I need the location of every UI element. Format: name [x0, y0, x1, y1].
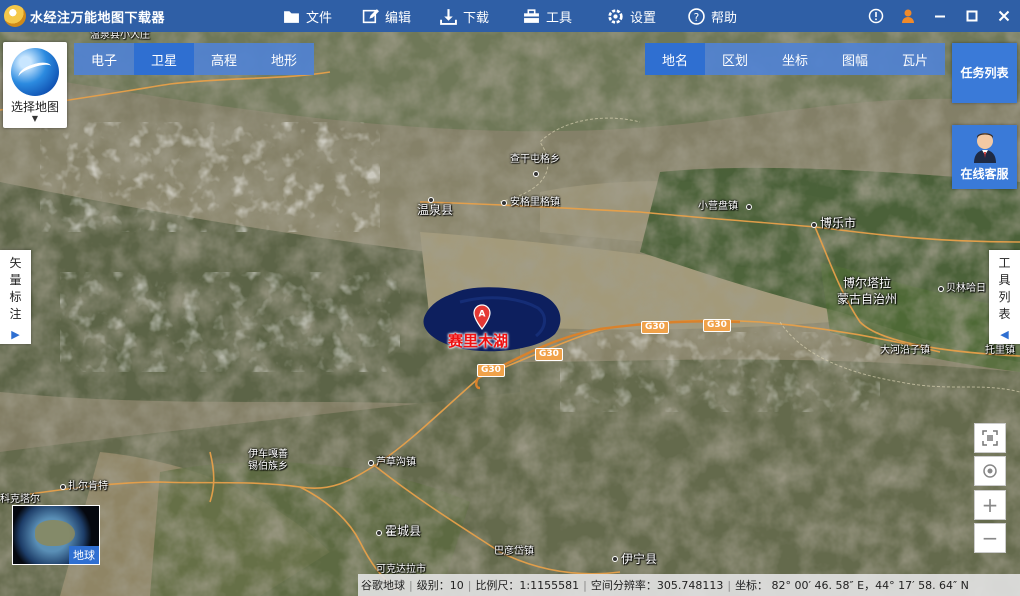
place-label: 小营盘镇	[698, 201, 738, 212]
edit-icon	[362, 8, 379, 23]
online-service-label: 在线客服	[960, 167, 1009, 181]
folder-icon	[284, 10, 299, 23]
tab-place-names[interactable]: 地名	[645, 43, 705, 75]
place-label: 博尔塔拉	[843, 276, 892, 290]
gear-icon	[608, 8, 623, 24]
place-label: 巴彦岱镇	[494, 546, 534, 557]
menu-settings[interactable]: 设置	[607, 6, 656, 26]
maximize-icon[interactable]	[962, 6, 982, 26]
location-marker-icon[interactable]: A	[473, 304, 491, 330]
user-icon[interactable]	[898, 6, 918, 26]
tab-electronic[interactable]: 电子	[74, 43, 134, 75]
place-dot	[60, 481, 68, 493]
map-type-tabs: 电子 卫星 高程 地形	[74, 43, 314, 75]
tab-tiles[interactable]: 瓦片	[885, 43, 945, 75]
highway-shield: G30	[477, 364, 505, 377]
vector-annotation-panel[interactable]: 矢量标注 ▶	[0, 250, 31, 344]
customer-service-icon	[968, 129, 1002, 163]
lake-label: 赛里木湖	[448, 332, 509, 350]
locate-icon	[983, 464, 997, 478]
highway-shield: G30	[641, 321, 669, 334]
earth-thumbnail-icon	[35, 520, 75, 546]
satellite-imagery	[0, 32, 1020, 596]
status-resolution: 空间分辨率：305.748113	[590, 579, 724, 592]
tab-map-sheets[interactable]: 图幅	[825, 43, 885, 75]
place-label: 托里镇	[985, 345, 1015, 356]
status-level: 级别：10	[416, 579, 464, 592]
app-title: 水经注万能地图下载器	[30, 11, 166, 26]
place-label: 温泉县	[417, 203, 454, 217]
overlay-tabs: 地名 区划 坐标 图幅 瓦片	[645, 43, 945, 75]
zoom-out-button[interactable]: −	[974, 523, 1006, 553]
svg-text:A: A	[479, 310, 486, 320]
place-label: 芦草沟镇	[376, 457, 416, 468]
plus-icon: +	[981, 493, 999, 517]
place-dot	[612, 553, 620, 565]
place-label: 贝林哈日	[946, 283, 986, 294]
minimize-icon[interactable]	[930, 6, 950, 26]
place-label: 伊宁县	[621, 552, 658, 566]
place-label: 查干屯格乡	[510, 154, 560, 165]
place-label: 扎尔肯特	[68, 481, 108, 492]
vector-annotation-label: 矢量标注	[9, 256, 22, 321]
minus-icon: −	[981, 526, 999, 550]
status-coordinate: 坐标： 82° 00′ 46. 58″ E，44° 17′ 58. 64″ N	[735, 579, 969, 592]
place-label: 伊车嘎善	[248, 449, 288, 460]
close-icon[interactable]	[994, 6, 1014, 26]
help-icon: ?	[688, 7, 705, 25]
title-bar: 水经注万能地图下载器 文件 编辑 下载 工具 设置 ? 帮助	[0, 0, 1020, 32]
select-map-label: 选择地图	[10, 100, 59, 114]
menu-help[interactable]: ? 帮助	[688, 6, 737, 26]
chevron-down-icon: ▼	[31, 114, 39, 123]
task-list-button[interactable]: 任务列表	[952, 43, 1017, 103]
zoom-in-button[interactable]: +	[974, 490, 1006, 520]
highway-shield: G30	[703, 319, 731, 332]
select-map-button[interactable]: 选择地图 ▼	[3, 42, 67, 128]
map-canvas[interactable]: 温泉县小人庄 查干屯格乡 温泉县 安格里格镇 小营盘镇 博乐市 博尔塔拉 蒙古自…	[0, 32, 1020, 596]
place-label: 蒙古自治州	[837, 292, 898, 306]
chevron-left-icon: ◀	[1000, 328, 1009, 341]
earth-view-button[interactable]: 地球	[12, 505, 100, 565]
place-label: 锡伯族乡	[248, 461, 288, 472]
svg-text:?: ?	[694, 10, 700, 23]
place-dot	[533, 168, 541, 180]
fullscreen-icon	[982, 430, 998, 446]
menu-download[interactable]: 下载	[440, 6, 489, 26]
tab-terrain[interactable]: 地形	[254, 43, 314, 75]
tab-elevation[interactable]: 高程	[194, 43, 254, 75]
place-label: 博乐市	[820, 216, 857, 230]
highway-shield: G30	[535, 348, 563, 361]
place-label: 大河沿子镇	[880, 345, 930, 356]
tab-satellite[interactable]: 卫星	[134, 43, 194, 75]
menu-tools[interactable]: 工具	[523, 6, 572, 26]
place-dot	[811, 216, 819, 230]
place-dot	[501, 197, 509, 209]
place-dot	[938, 283, 946, 295]
status-scale: 比例尺：1:1155581	[475, 579, 580, 592]
place-dot	[376, 524, 384, 538]
chevron-right-icon: ▶	[11, 328, 20, 341]
tab-divisions[interactable]: 区划	[705, 43, 765, 75]
download-icon	[440, 8, 457, 25]
tool-list-label: 工具列表	[998, 256, 1011, 321]
place-dot	[368, 457, 376, 469]
locate-button[interactable]	[974, 456, 1006, 486]
globe-icon	[11, 48, 59, 96]
place-label: 温泉县小人庄	[90, 32, 150, 41]
place-label: 安格里格镇	[510, 197, 560, 208]
place-label: 霍城县	[385, 524, 422, 538]
menu-edit[interactable]: 编辑	[362, 6, 411, 26]
place-dot	[746, 201, 754, 213]
tab-coordinates[interactable]: 坐标	[765, 43, 825, 75]
app-logo-icon	[4, 5, 26, 27]
earth-label: 地球	[69, 546, 99, 564]
notification-icon[interactable]	[866, 6, 886, 26]
tool-list-panel[interactable]: 工具列表 ◀	[989, 250, 1020, 344]
menu-file[interactable]: 文件	[283, 6, 332, 26]
online-service-button[interactable]: 在线客服	[952, 125, 1017, 189]
toolbox-icon	[524, 8, 539, 23]
status-source: 谷歌地球	[361, 579, 405, 592]
status-bar: 谷歌地球 | 级别：10 | 比例尺：1:1155581 | 空间分辨率：305…	[358, 574, 1020, 596]
fullscreen-button[interactable]	[974, 423, 1006, 453]
